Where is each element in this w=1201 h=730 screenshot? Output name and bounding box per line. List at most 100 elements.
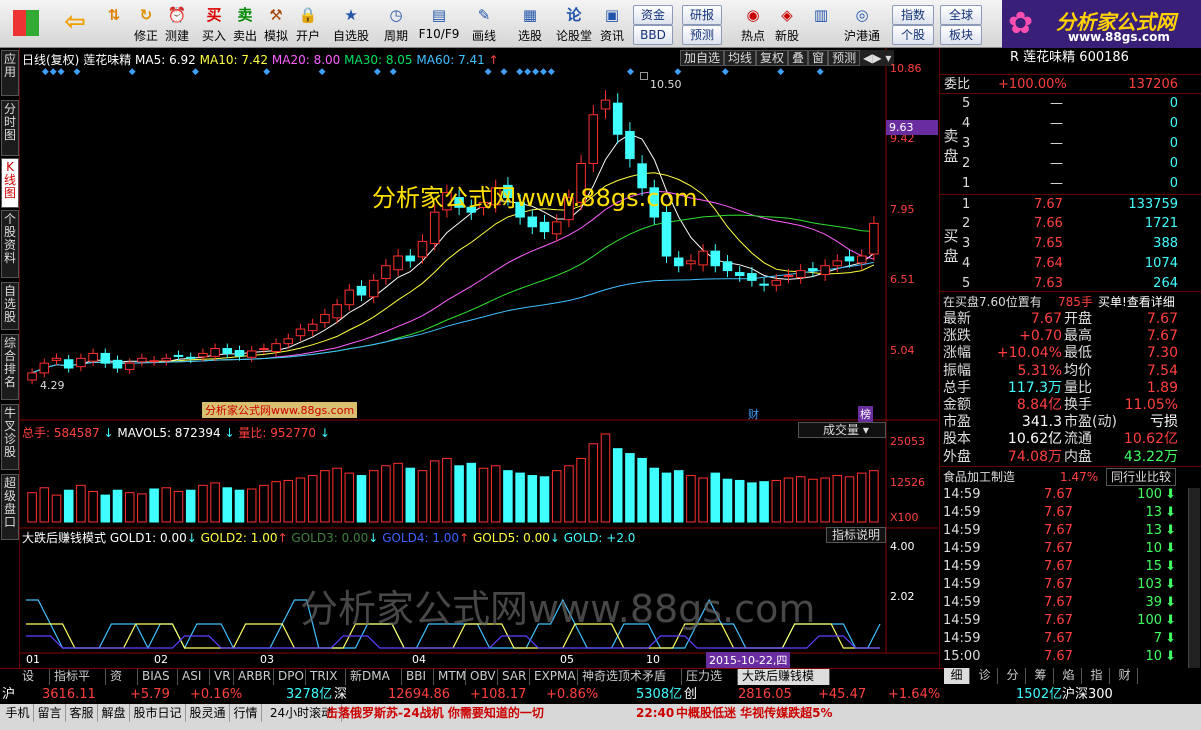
candle-body[interactable] [112,359,123,369]
newstock-icon[interactable]: ▥ [806,4,836,46]
candle-body[interactable] [612,102,623,135]
news-ticker-1[interactable]: 击落俄罗斯苏-24战机 你需要知道的一切 [326,704,544,722]
volume-bar[interactable] [39,487,50,523]
add-watch-button[interactable]: 加自选 [680,50,725,66]
candle-body[interactable] [295,328,306,337]
indicator-tab[interactable]: BBI [402,669,434,685]
volume-bar[interactable] [856,472,867,523]
candle-body[interactable] [344,289,355,306]
status-item[interactable]: 股市日记 [130,704,186,722]
volume-bar[interactable] [429,460,440,523]
indicator-tab[interactable]: EXPMA [530,669,578,685]
candle-body[interactable] [551,221,562,235]
buy-row[interactable]: 1 7.67 133759 [940,194,1201,214]
candle-body[interactable] [76,357,86,368]
volume-bar[interactable] [234,489,245,523]
volume-bar[interactable] [869,470,879,523]
candle-body[interactable] [588,114,599,164]
volume-bar[interactable] [332,467,342,523]
kline-svg[interactable]: ◆ ◆ ◆ ◆ ◆ ◆ ◆ ◆ ◆ ◆ ◆ ◆ ◆ ◆ ◆ ◆ ◆ ◆ ◆ ◆ ◆ ◆ [20,48,938,668]
candle-body[interactable] [222,348,233,354]
volume-bar[interactable] [649,467,660,523]
sell-row[interactable]: 2—0 [940,154,1201,174]
right-panel-tab[interactable]: 财 [1112,668,1138,684]
tick-row[interactable]: 14:59 7.67 100 ⬇ [940,612,1201,630]
buy-row[interactable]: 3 7.65 388 [940,234,1201,254]
candle-body[interactable] [198,352,208,358]
candle-body[interactable] [39,362,50,374]
volume-bar[interactable] [320,470,330,523]
volume-bar[interactable] [27,492,37,523]
candle-body[interactable] [185,356,196,359]
volume-bar[interactable] [417,470,428,523]
volume-bar[interactable] [564,465,574,523]
draw-line-button[interactable]: ✎ 画线 [466,4,502,46]
volume-bar[interactable] [100,494,111,523]
candle-body[interactable] [356,285,367,296]
candle-body[interactable] [747,273,757,281]
indicator-tab[interactable]: TRIX [306,669,346,685]
candle-body[interactable] [808,268,818,272]
volume-bar[interactable] [612,448,623,523]
volume-bar[interactable] [124,492,135,523]
candle-body[interactable] [259,348,269,351]
candle-body[interactable] [381,265,391,279]
candle-body[interactable] [832,260,843,267]
industry-compare-button[interactable]: 同行业比较 [1106,468,1177,486]
indicator-tab[interactable]: 大跌后赚钱模式 [738,669,830,698]
forum-button[interactable]: 论论股堂 [554,4,594,46]
candle-body[interactable] [795,270,806,278]
volume-bar[interactable] [381,465,391,523]
candle-body[interactable] [27,372,37,381]
volume-bar[interactable] [405,467,416,523]
buy-row[interactable]: 2 7.66 1721 [940,214,1201,234]
status-item[interactable]: 客服 [66,704,98,722]
right-panel-tab[interactable]: 细 [944,668,970,684]
tab-app[interactable]: 应用 [1,50,19,96]
volume-bar[interactable] [539,476,550,523]
tab-profile[interactable]: 个股资料 [1,210,19,278]
candle-body[interactable] [722,261,733,272]
chart-area[interactable]: ◆ ◆ ◆ ◆ ◆ ◆ ◆ ◆ ◆ ◆ ◆ ◆ ◆ ◆ ◆ ◆ ◆ ◆ ◆ ◆ ◆ ◆ 日线(复权) 莲花味精 MA5: … [20,48,938,668]
candle-body[interactable] [710,250,721,267]
tab-kline[interactable]: K线图 [1,158,19,208]
volume-bar[interactable] [820,477,830,523]
volume-bar[interactable] [112,489,123,523]
volume-bar[interactable] [161,487,172,523]
volume-bar[interactable] [625,453,635,523]
sell-row[interactable]: 4—0 [940,114,1201,134]
volume-bar[interactable] [393,462,403,523]
volume-bar[interactable] [222,487,233,523]
candle-body[interactable] [368,279,379,298]
indicator-tab[interactable]: 压力选股 [682,669,738,698]
volume-bar[interactable] [600,433,611,523]
candle-body[interactable] [234,349,245,357]
volume-bar[interactable] [771,479,782,523]
ipo-button[interactable]: ◈ 新股 [772,4,802,46]
volume-bar[interactable] [198,484,208,523]
candle-body[interactable] [124,362,135,370]
candle-body[interactable] [417,240,428,258]
volume-bar[interactable] [210,482,220,523]
candle-body[interactable] [88,352,98,362]
correct-button[interactable]: ↻ 修正 [132,4,160,46]
tick-row[interactable]: 14:59 7.67 39 ⬇ [940,594,1201,612]
indicator-tab[interactable]: 资讯 [106,669,138,698]
f10-button[interactable]: ▤ F10/F9 [418,4,460,46]
news-button[interactable]: ▣ 资讯 [598,4,626,46]
cai-marker[interactable]: 财 [748,406,759,422]
hot-button[interactable]: ◉ 热点 [738,4,768,46]
candle-body[interactable] [307,323,318,332]
individual-button[interactable]: 个股 [892,25,934,45]
status-item[interactable]: 行情 [230,704,262,722]
indicator-tab[interactable]: DPO [274,669,306,685]
app-logo-icon[interactable] [8,4,44,46]
tab-diagnose[interactable]: 牛叉诊股 [1,404,19,470]
indicator-tab[interactable]: ASI [178,669,210,685]
window-button[interactable]: 窗 [808,50,829,66]
volume-bar[interactable] [551,470,562,523]
candle-body[interactable] [173,354,184,357]
indicator-tab[interactable]: MTM [434,669,466,685]
indicator-tab[interactable]: 新DMA [346,669,402,685]
candle-body[interactable] [686,260,696,265]
